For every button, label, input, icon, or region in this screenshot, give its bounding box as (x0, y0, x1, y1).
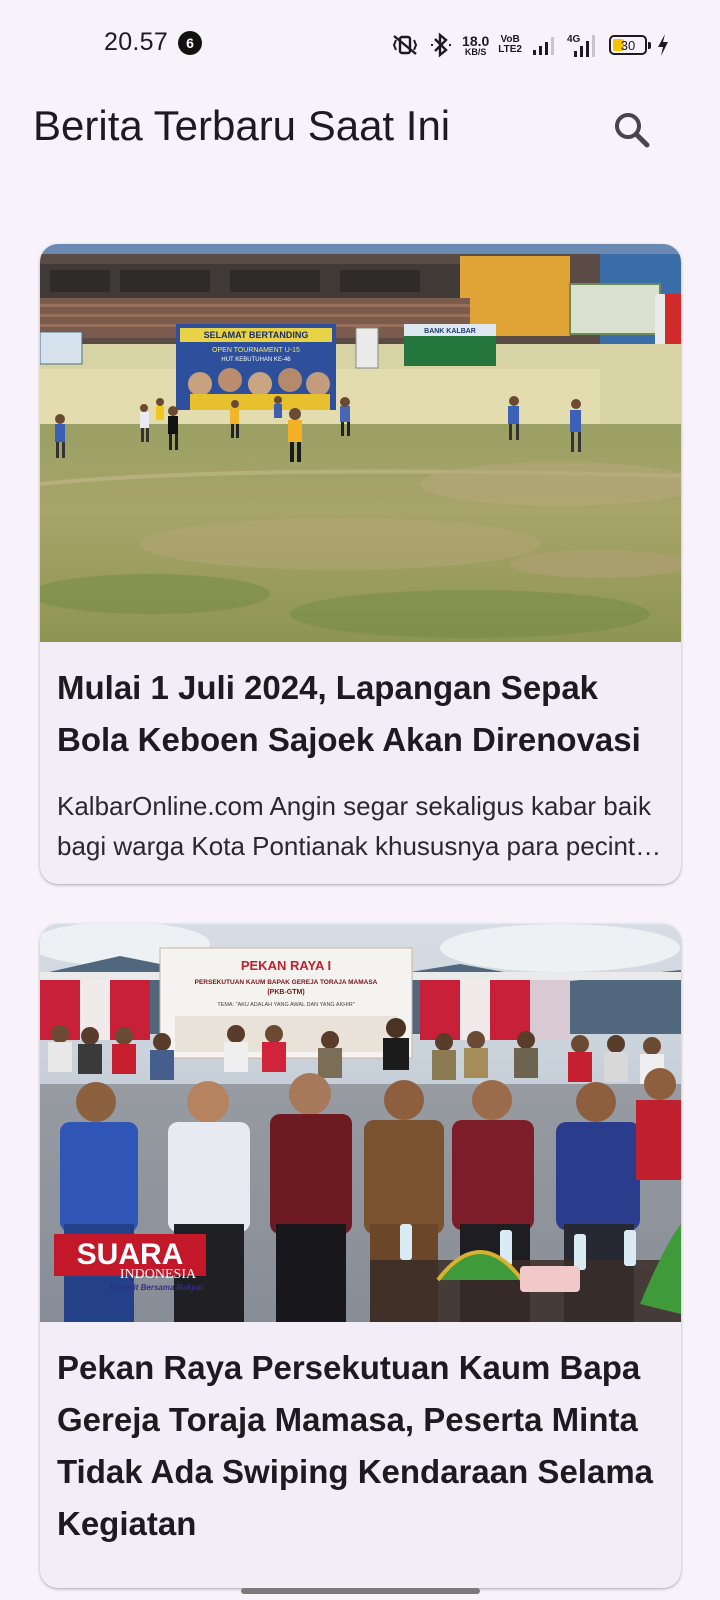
page-title: Berita Terbaru Saat Ini (33, 102, 451, 149)
status-time: 20.57 (104, 28, 169, 56)
signal-sim1-icon (531, 34, 557, 56)
event-banner-theme: TEMA: "AKU ADALAH YANG AWAL DAN YANG AKH… (217, 1002, 354, 1008)
logo-sub: INDONESIA (120, 1267, 197, 1282)
event-banner-title: PEKAN RAYA I (241, 958, 331, 973)
app-bar: Berita Terbaru Saat Ini (0, 88, 720, 164)
notification-badge: 6 (178, 31, 202, 55)
news-description: KalbarOnline.com Angin segar sekaligus k… (57, 791, 652, 861)
field-banner-subtitle: OPEN TOURNAMENT U-15 (212, 347, 300, 354)
battery-icon: 30 (609, 35, 651, 55)
network-speed-unit: KB/S (464, 46, 487, 57)
news-title[interactable]: Pekan Raya Persekutuan Kaum Bapa Gereja … (57, 1342, 664, 1550)
vibrate-off-icon (390, 33, 420, 57)
event-banner-subtitle2: (PKB-GTM) (267, 989, 304, 996)
search-button[interactable] (604, 102, 660, 158)
news-image-football-field[interactable]: SELAMAT BERTANDING OPEN TOURNAMENT U-15 … (40, 244, 681, 642)
network-type-label: 4G (567, 34, 581, 45)
bluetooth-icon (429, 32, 453, 58)
field-banner-title: SELAMAT BERTANDING (204, 330, 309, 340)
volte-icon: VoB LTE2 (498, 35, 522, 55)
news-card[interactable]: SELAMAT BERTANDING OPEN TOURNAMENT U-15 … (40, 244, 681, 884)
news-card[interactable]: PEKAN RAYA I PERSEKUTUAN KAUM BAPAK GERE… (40, 924, 681, 1588)
field-banner-subtitle2: HUT KEBUTUHAN KE-46 (221, 357, 291, 363)
signal-sim2-icon: 4G (566, 32, 600, 58)
charging-icon (656, 33, 670, 57)
status-bar: 20.57 6 18.0 KB/S VoB LTE2 4G 30 (0, 0, 720, 88)
news-card-body: Mulai 1 Juli 2024, Lapangan Sepak Bola K… (40, 642, 681, 884)
screen: 20.57 6 18.0 KB/S VoB LTE2 4G 30 Berita … (0, 0, 720, 1600)
event-banner-subtitle: PERSEKUTUAN KAUM BAPAK GEREJA TORAJA MAM… (195, 979, 378, 986)
search-icon (615, 113, 650, 148)
news-card-body: Pekan Raya Persekutuan Kaum Bapa Gereja … (40, 1322, 681, 1588)
home-indicator[interactable] (241, 1588, 480, 1594)
network-speed: 18.0 KB/S (462, 34, 489, 57)
logo-tagline: Bangkit Bersama Rakyat (109, 1283, 203, 1292)
news-feed: SELAMAT BERTANDING OPEN TOURNAMENT U-15 … (40, 244, 681, 1600)
bank-sign-text: BANK KALBAR (424, 328, 476, 335)
news-image-event-audience[interactable]: PEKAN RAYA I PERSEKUTUAN KAUM BAPAK GERE… (40, 924, 681, 1322)
status-icons: 18.0 KB/S VoB LTE2 4G 30 (390, 28, 670, 62)
network-speed-value: 18.0 (462, 32, 490, 49)
battery-level: 30 (620, 37, 636, 53)
news-title[interactable]: Mulai 1 Juli 2024, Lapangan Sepak Bola K… (57, 662, 664, 766)
volte-bottom: LTE2 (498, 44, 522, 55)
